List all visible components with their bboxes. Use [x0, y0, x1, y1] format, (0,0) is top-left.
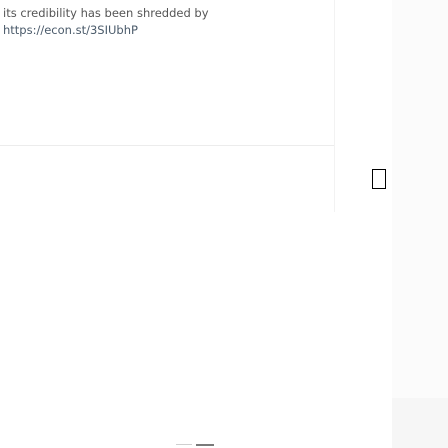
- outlined-checkbox[interactable]: [372, 169, 386, 189]
- tweet-text-line: its credibility has been shredded by: [3, 6, 209, 20]
- scroll-indicator[interactable]: [196, 444, 214, 446]
- divider: [0, 145, 335, 146]
- frame-edge: [334, 0, 335, 212]
- corner-shade: [392, 398, 448, 448]
- right-strip: [392, 0, 448, 448]
- scroll-indicator-faint: [176, 444, 192, 445]
- tweet-text: its credibility has been shredded by htt…: [3, 5, 373, 39]
- tweet-link[interactable]: https://econ.st/3SIUbhP: [3, 22, 373, 39]
- tweet-panel: its credibility has been shredded by htt…: [0, 0, 392, 448]
